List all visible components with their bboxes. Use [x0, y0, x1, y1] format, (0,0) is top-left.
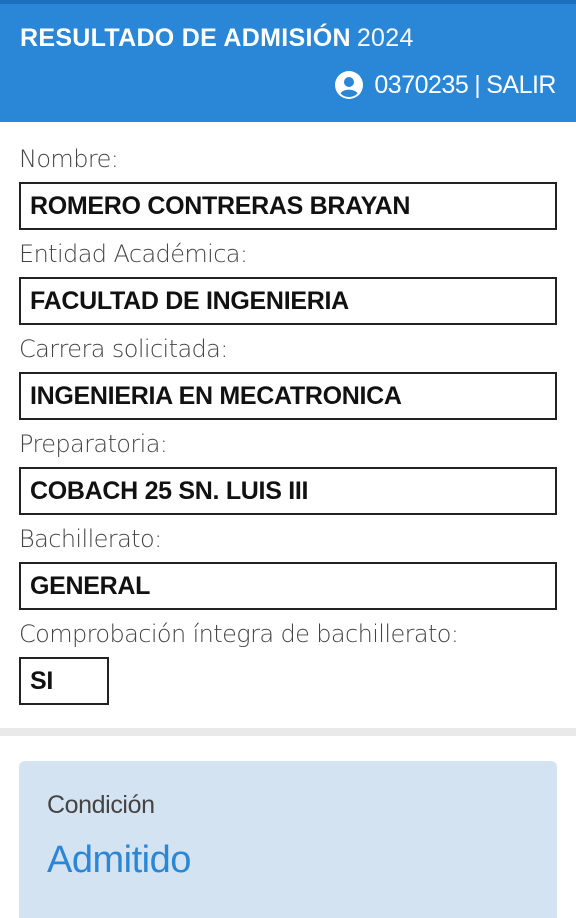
baccalaureate-field: GENERAL [19, 562, 557, 610]
admission-year: 2024 [356, 24, 414, 52]
name-label: Nombre: [19, 145, 119, 173]
career-label: Carrera solicitada: [19, 335, 228, 363]
user-id: 0370235 [374, 70, 469, 99]
high-school-field: COBACH 25 SN. LUIS III [19, 467, 557, 515]
logout-link[interactable]: SALIR [486, 71, 556, 99]
user-session: 0370235 | SALIR [334, 70, 556, 100]
user-account-icon [334, 70, 364, 100]
page-header: RESULTADO DE ADMISIÓN 2024 0370235 | SALIR [0, 4, 576, 122]
status-label: Condición [47, 791, 155, 819]
high-school-label: Preparatoria: [19, 430, 168, 458]
page-title-text: RESULTADO DE ADMISIÓN [20, 24, 351, 52]
baccalaureate-verification-field: SI [19, 657, 109, 705]
admission-status-card: Condición Admitido [19, 761, 557, 918]
academic-entity-field: FACULTAD DE INGENIERIA [19, 277, 557, 325]
academic-entity-label: Entidad Académica: [19, 240, 248, 268]
section-divider [0, 728, 576, 736]
career-field: INGENIERIA EN MECATRONICA [19, 372, 557, 420]
separator: | [474, 70, 481, 99]
name-field: ROMERO CONTRERAS BRAYAN [19, 182, 557, 230]
user-session-text: 0370235 | SALIR [374, 71, 556, 100]
status-value: Admitido [47, 839, 191, 881]
baccalaureate-label: Bachillerato: [19, 525, 162, 553]
page-title: RESULTADO DE ADMISIÓN 2024 [20, 24, 414, 53]
admission-details: Nombre: ROMERO CONTRERAS BRAYAN Entidad … [19, 140, 557, 710]
baccalaureate-verification-label: Comprobación íntegra de bachillerato: [19, 620, 459, 648]
